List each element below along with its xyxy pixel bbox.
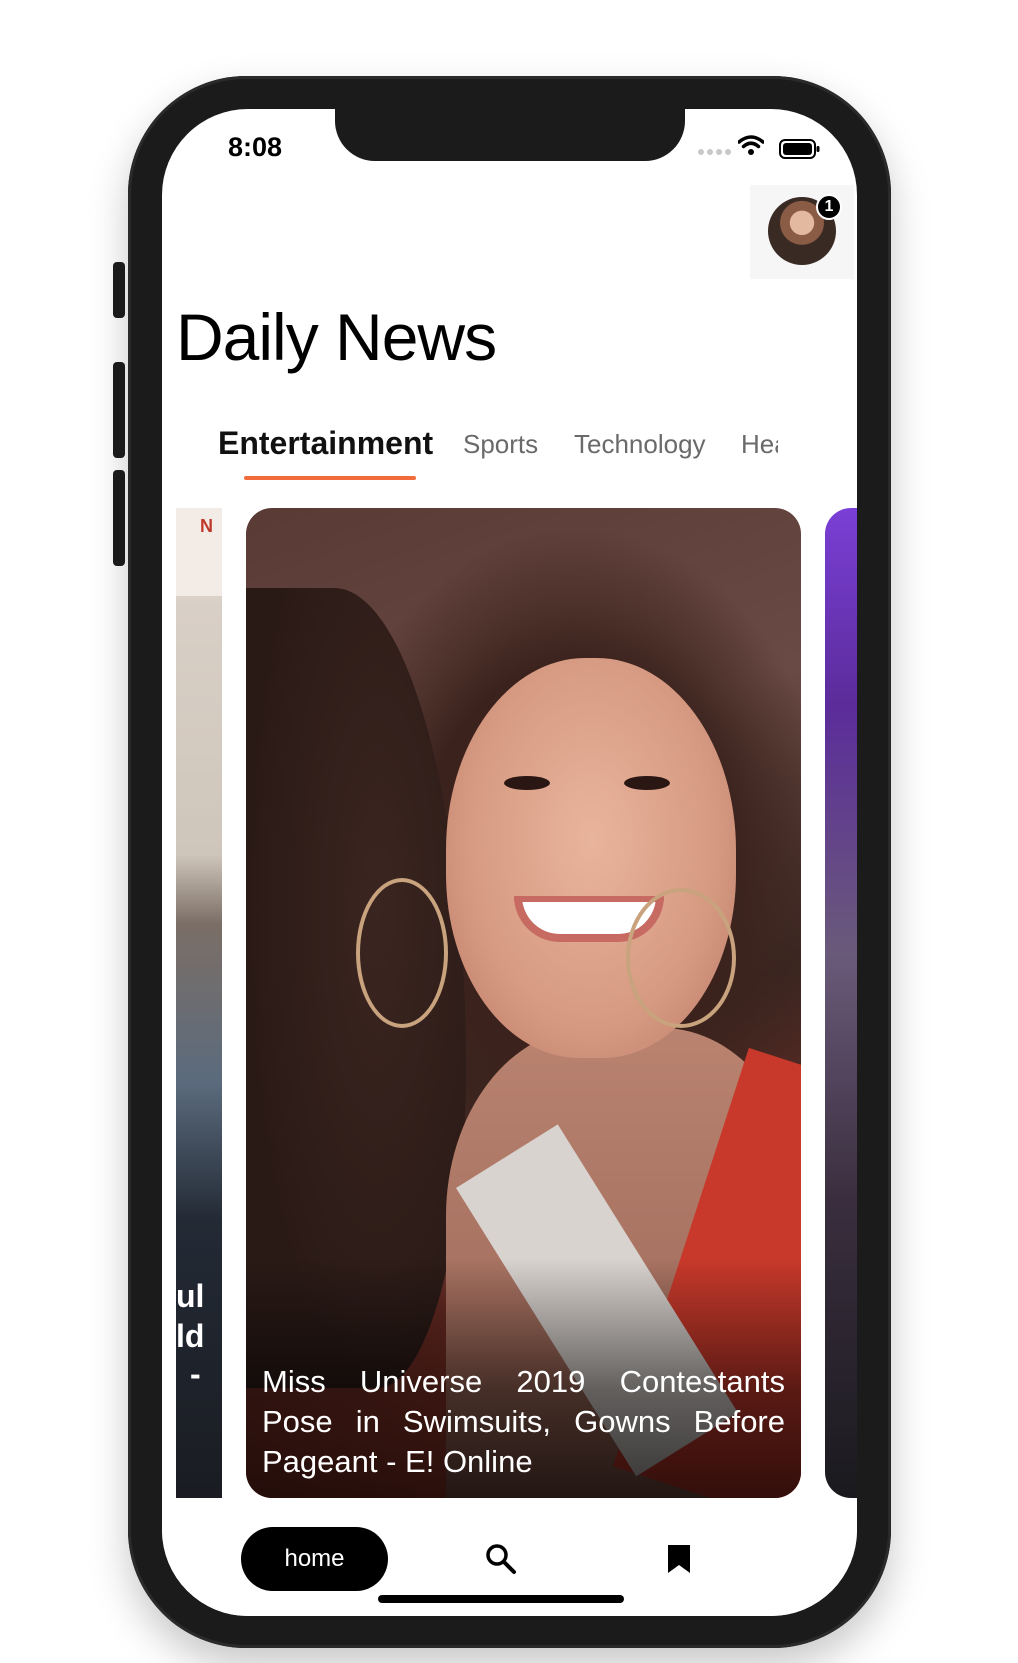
news-card-previous[interactable]: ul ld -: [176, 508, 222, 1498]
news-card-next[interactable]: [825, 508, 857, 1498]
notch: [335, 109, 685, 161]
card-headline-fragment: -: [190, 1356, 201, 1392]
mute-switch: [113, 262, 125, 318]
bookmark-icon[interactable]: [666, 1543, 692, 1580]
tab-entertainment[interactable]: Entertainment: [218, 429, 433, 462]
notification-badge: 1: [816, 194, 842, 220]
news-card-main[interactable]: Miss Universe 2019 Contestants Pose in S…: [246, 508, 801, 1498]
photo-eye-left: [504, 776, 550, 790]
search-icon[interactable]: [485, 1543, 517, 1580]
profile-button[interactable]: 1: [750, 185, 854, 279]
card-image-top: N: [176, 508, 222, 596]
battery-icon: [779, 139, 821, 164]
card-headline: Miss Universe 2019 Contestants Pose in S…: [262, 1364, 785, 1479]
home-indicator[interactable]: [378, 1595, 624, 1603]
tab-health[interactable]: Health: [741, 429, 778, 460]
photo-eye-right: [624, 776, 670, 790]
home-button[interactable]: home: [241, 1527, 388, 1591]
cellular-signal-icon: [698, 149, 731, 155]
volume-down-button: [113, 470, 125, 566]
card-headline-fragment: ul: [176, 1278, 205, 1314]
active-tab-indicator: [244, 476, 416, 480]
status-time: 8:08: [228, 132, 283, 162]
volume-up-button: [113, 362, 125, 458]
photo-earring-right: [626, 888, 736, 1028]
card-image-text: N: [200, 516, 213, 536]
category-tabs: Entertainment Sports Technology Health: [218, 429, 778, 489]
wifi-icon: [737, 135, 765, 160]
tab-sports[interactable]: Sports: [463, 429, 538, 460]
photo-earring-left: [356, 878, 448, 1028]
page-title: Daily News: [176, 300, 497, 374]
tab-technology[interactable]: Technology: [574, 429, 706, 460]
card-headline-fragment: ld: [176, 1318, 205, 1354]
app-screen: 8:08 1 Daily News Entertainment Sports T…: [162, 109, 857, 1616]
